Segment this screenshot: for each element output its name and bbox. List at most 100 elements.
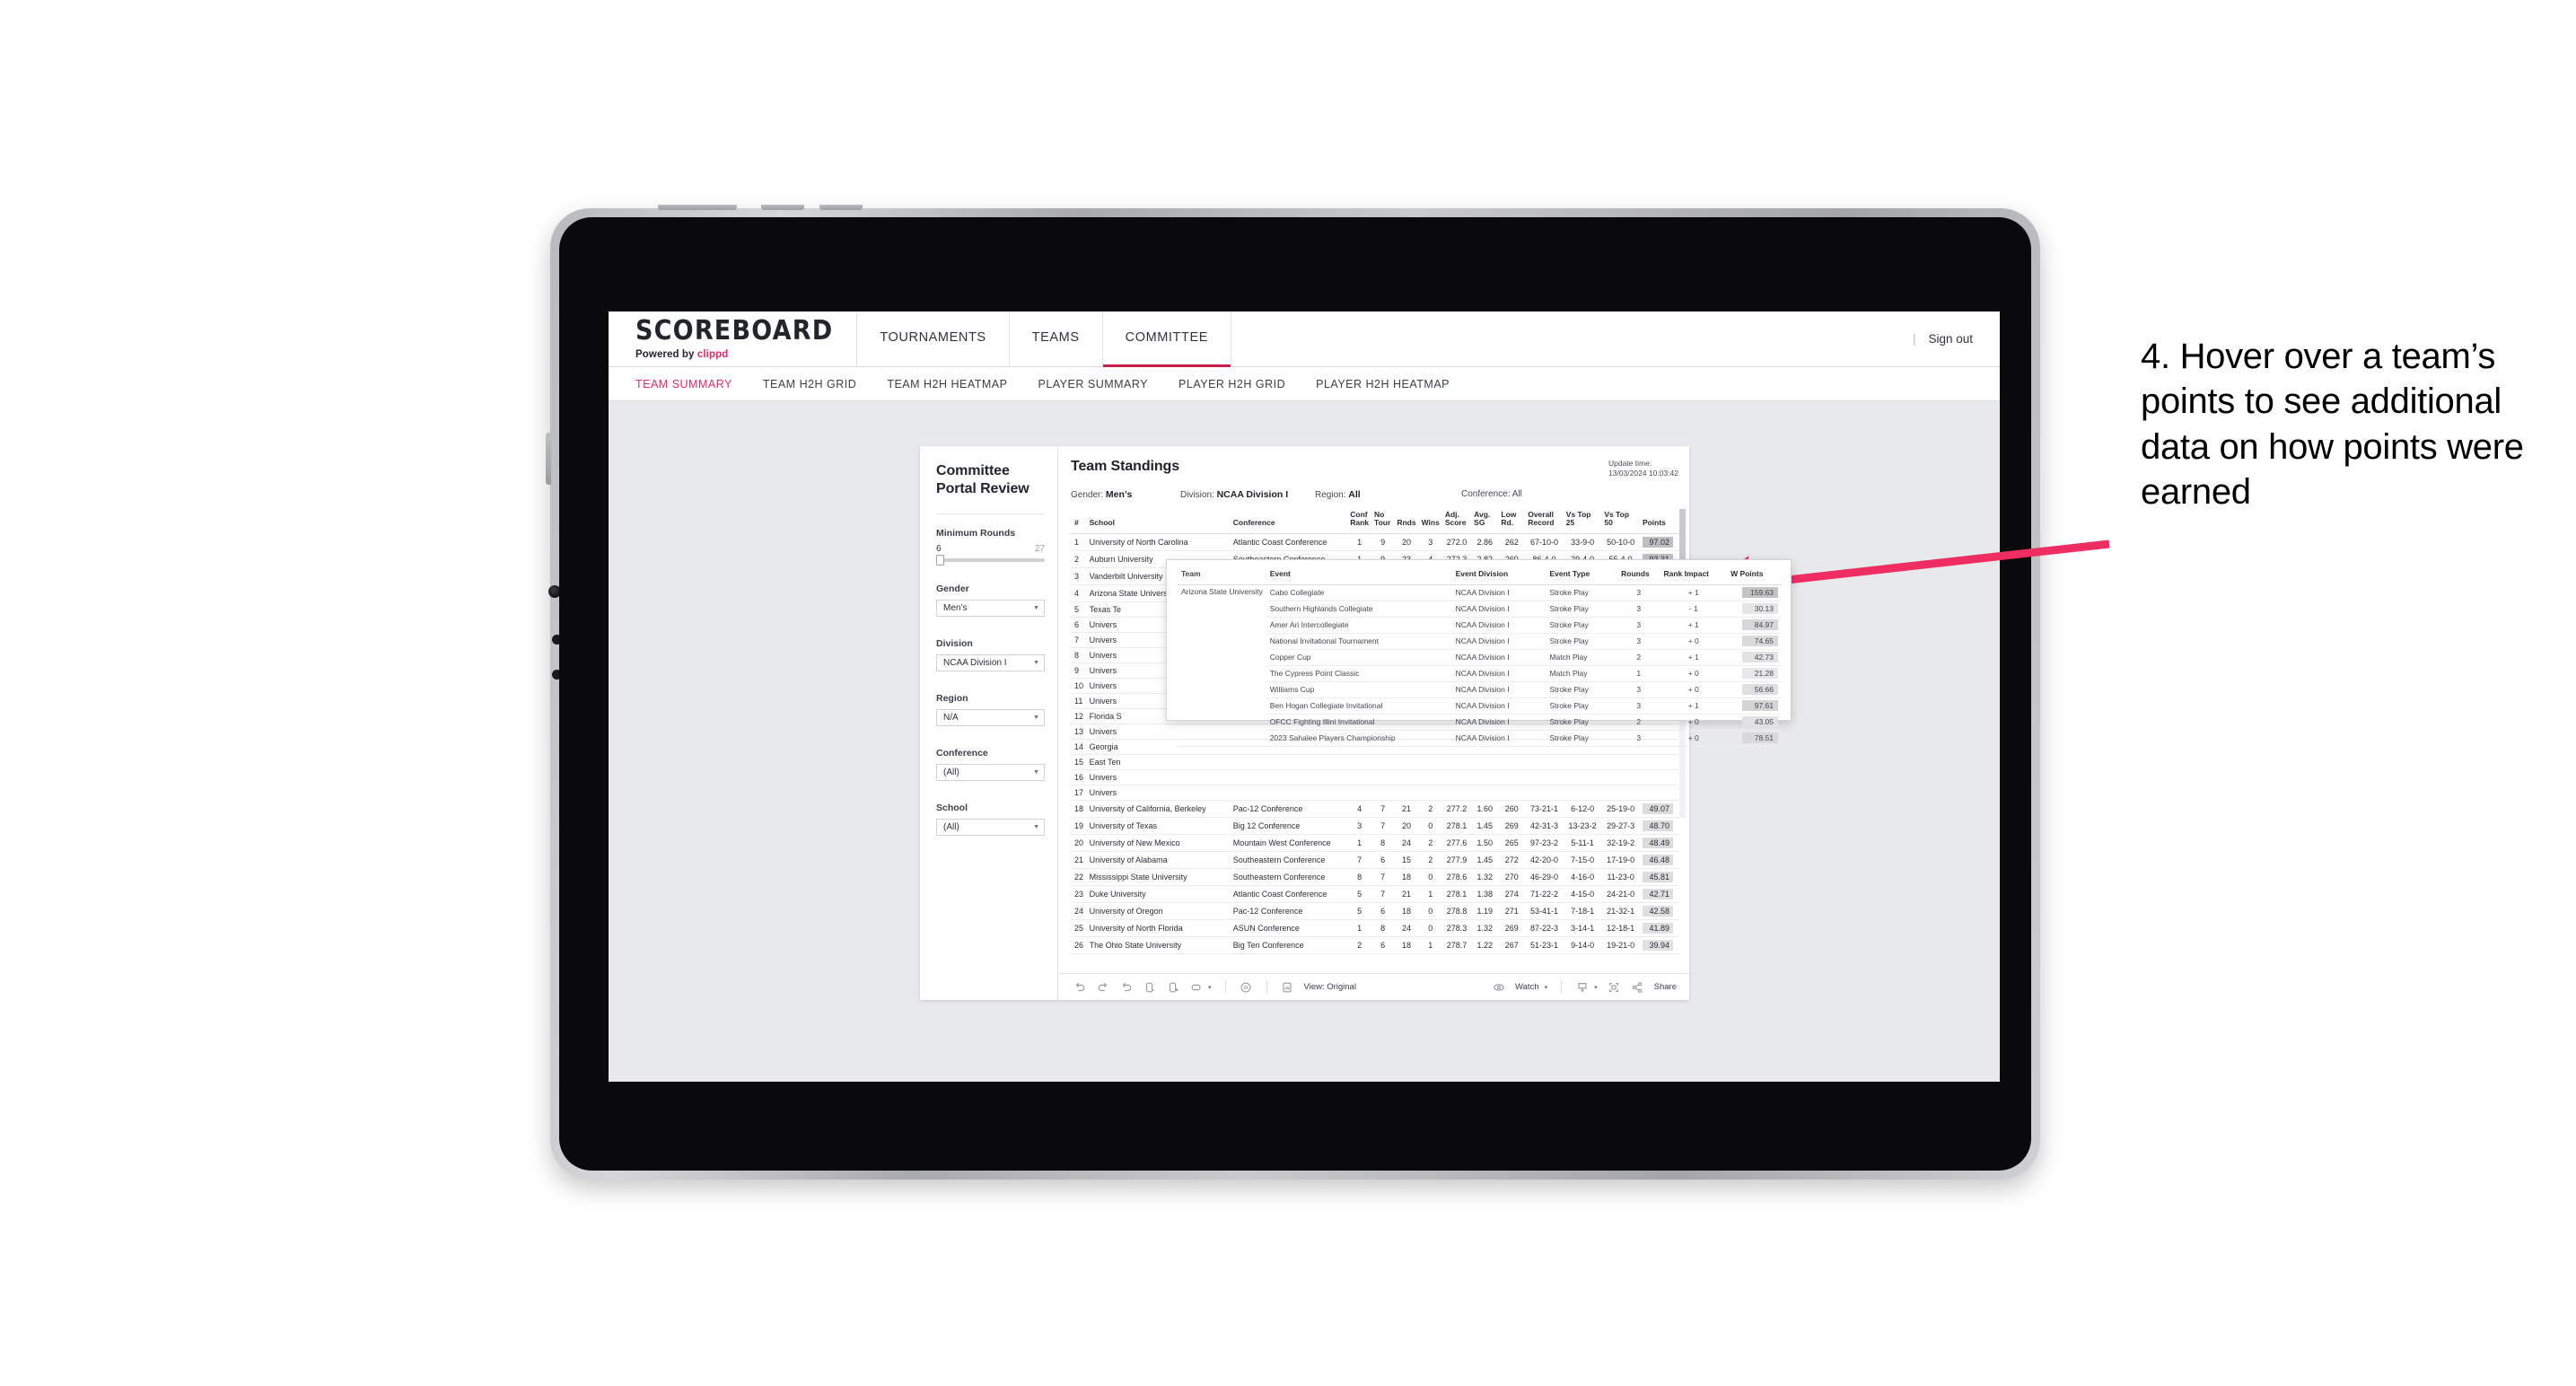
gender-select[interactable]: Men’s ▼ <box>936 599 1045 617</box>
points-value[interactable]: 41.89 <box>1643 922 1673 934</box>
sub-tab-team-h2h-heatmap[interactable]: TEAM H2H HEATMAP <box>887 378 1007 390</box>
tooltip-cell-event-type: Stroke Play <box>1546 730 1618 747</box>
points-value[interactable]: 45.81 <box>1643 871 1673 882</box>
col-header-conference[interactable]: Conference <box>1230 508 1348 534</box>
points-value[interactable]: 42.58 <box>1643 905 1673 917</box>
col-header-rank[interactable]: # <box>1071 508 1087 534</box>
summary-conference-value: All <box>1511 488 1522 499</box>
points-value[interactable]: 48.70 <box>1643 820 1673 831</box>
fullscreen-icon[interactable] <box>1608 980 1621 994</box>
minimum-rounds-slider[interactable] <box>936 554 1045 566</box>
table-row[interactable]: 23 Duke University Atlantic Coast Conferen… <box>1071 885 1678 903</box>
download-icon[interactable] <box>1575 980 1589 994</box>
nav-tab-teams[interactable]: TEAMS <box>1010 311 1102 367</box>
share-icon[interactable] <box>1631 980 1644 994</box>
points-value[interactable]: 97.02 <box>1643 536 1673 548</box>
col-header-adj-score[interactable]: Adj. Score <box>1441 508 1472 534</box>
col-header-overall[interactable]: Overall Record <box>1525 508 1564 534</box>
col-header-low-rd[interactable]: Low Rd. <box>1498 508 1526 534</box>
col-header-no-tour[interactable]: No Tour <box>1371 508 1395 534</box>
tablet-screen: SCOREBOARD Powered by clippd TOURNAMENTS… <box>559 217 2031 1171</box>
col-header-conf-rank[interactable]: Conf Rank <box>1347 508 1372 534</box>
division-select[interactable]: NCAA Division I ▼ <box>936 654 1045 671</box>
cell-points[interactable]: 39.94 <box>1639 936 1678 954</box>
sub-tab-team-h2h-grid[interactable]: TEAM H2H GRID <box>763 378 856 390</box>
sign-out-link[interactable]: Sign out <box>1928 332 1973 346</box>
cell-points[interactable]: 42.58 <box>1639 902 1678 920</box>
share-label[interactable]: Share <box>1654 982 1677 992</box>
table-row[interactable]: 16 Univers <box>1071 769 1678 785</box>
tooltip-cell-event-type: Match Play <box>1546 665 1618 682</box>
watch-icon[interactable] <box>1492 980 1505 994</box>
view-original-label[interactable]: View: Original <box>1304 982 1356 992</box>
pause-auto-update-icon[interactable] <box>1166 980 1179 994</box>
power-button[interactable] <box>658 205 737 210</box>
col-header-school[interactable]: School <box>1086 508 1231 534</box>
volume-down-button[interactable] <box>819 205 863 210</box>
col-header-wins[interactable]: Wins <box>1418 508 1442 534</box>
table-row[interactable]: 18 University of California, Berkeley Pac-… <box>1071 800 1678 818</box>
cell-points[interactable] <box>1639 754 1678 770</box>
chevron-down-icon[interactable]: ▾ <box>1594 984 1598 991</box>
cell-points[interactable]: 48.49 <box>1639 834 1678 852</box>
cell-points[interactable]: 41.89 <box>1639 919 1678 937</box>
sub-tab-team-summary[interactable]: TEAM SUMMARY <box>635 378 732 390</box>
tooltip-cell-event-type: Stroke Play <box>1546 681 1618 698</box>
brand-logo[interactable]: SCOREBOARD Powered by clippd <box>609 317 856 360</box>
pause-icon[interactable] <box>1240 980 1253 994</box>
points-value[interactable]: 49.07 <box>1643 803 1673 814</box>
conference-select[interactable]: (All) ▼ <box>936 763 1045 781</box>
points-value[interactable]: 46.48 <box>1643 854 1673 865</box>
table-row[interactable]: 15 East Ten <box>1071 754 1678 770</box>
undo-icon[interactable] <box>1073 980 1086 994</box>
nav-tab-tournaments[interactable]: TOURNAMENTS <box>857 311 1008 367</box>
cell-points[interactable]: 45.81 <box>1639 868 1678 886</box>
cell-points[interactable]: 49.07 <box>1639 800 1678 818</box>
points-value[interactable]: 39.94 <box>1643 939 1673 951</box>
volume-up-button[interactable] <box>761 205 804 210</box>
watch-label[interactable]: Watch <box>1515 982 1539 992</box>
sub-tab-player-h2h-heatmap[interactable]: PLAYER H2H HEATMAP <box>1316 378 1450 390</box>
view-original-icon[interactable] <box>1281 980 1294 994</box>
col-header-vs-top-50[interactable]: Vs Top 50 <box>1601 508 1640 534</box>
custom-view-icon[interactable] <box>1189 980 1203 994</box>
table-row[interactable]: 25 University of North Florida ASUN Confer… <box>1071 919 1678 937</box>
table-row[interactable]: 17 Univers <box>1071 785 1678 801</box>
side-button[interactable] <box>546 433 551 485</box>
table-row[interactable]: 19 University of Texas Big 12 Conference 3 7… <box>1071 817 1678 835</box>
tooltip-cell-rank-impact: + 0 <box>1660 714 1728 731</box>
col-header-avg-sg[interactable]: Avg. SG <box>1471 508 1499 534</box>
nav-tab-committee[interactable]: COMMITTEE <box>1102 311 1231 367</box>
cell-school: University of Texas <box>1086 817 1231 835</box>
school-select[interactable]: (All) ▼ <box>936 818 1045 836</box>
cell-points[interactable]: 97.02 <box>1639 533 1678 551</box>
table-row[interactable]: 21 University of Alabama Southeastern Conf… <box>1071 851 1678 869</box>
refresh-data-icon[interactable] <box>1143 980 1156 994</box>
redo-icon[interactable] <box>1096 980 1109 994</box>
col-header-vs-top-25[interactable]: Vs Top 25 <box>1563 508 1602 534</box>
cell-points[interactable] <box>1639 769 1678 785</box>
table-row[interactable]: 26 The Ohio State University Big Ten Confe… <box>1071 936 1678 954</box>
cell-points[interactable]: 46.48 <box>1639 851 1678 869</box>
col-header-points[interactable]: Points <box>1639 508 1678 534</box>
table-row[interactable]: 1 University of North Carolina Atlantic Co… <box>1071 533 1678 551</box>
table-scrollbar-thumb[interactable] <box>1679 508 1686 561</box>
table-row[interactable]: 20 University of New Mexico Mountain West … <box>1071 834 1678 852</box>
slider-handle[interactable] <box>936 554 944 566</box>
school-value: (All) <box>943 821 959 832</box>
sub-tab-player-summary[interactable]: PLAYER SUMMARY <box>1038 378 1148 390</box>
revert-icon[interactable] <box>1119 980 1133 994</box>
chevron-down-icon[interactable]: ▾ <box>1545 984 1548 991</box>
cell-points[interactable]: 42.71 <box>1639 885 1678 903</box>
table-row[interactable]: 24 University of Oregon Pac-12 Conference 5… <box>1071 902 1678 920</box>
points-value[interactable]: 48.49 <box>1643 837 1673 848</box>
col-header-rnds[interactable]: Rnds <box>1394 508 1419 534</box>
cell-points[interactable] <box>1639 785 1678 801</box>
cell-points[interactable]: 48.70 <box>1639 817 1678 835</box>
table-row[interactable]: 22 Mississippi State University Southeaste… <box>1071 868 1678 886</box>
points-value[interactable]: 42.71 <box>1643 888 1673 899</box>
region-select[interactable]: N/A ▼ <box>936 708 1045 726</box>
cell-vs-top-50 <box>1601 754 1640 770</box>
sub-tab-player-h2h-grid[interactable]: PLAYER H2H GRID <box>1178 378 1285 390</box>
chevron-down-icon[interactable]: ▾ <box>1208 984 1212 991</box>
